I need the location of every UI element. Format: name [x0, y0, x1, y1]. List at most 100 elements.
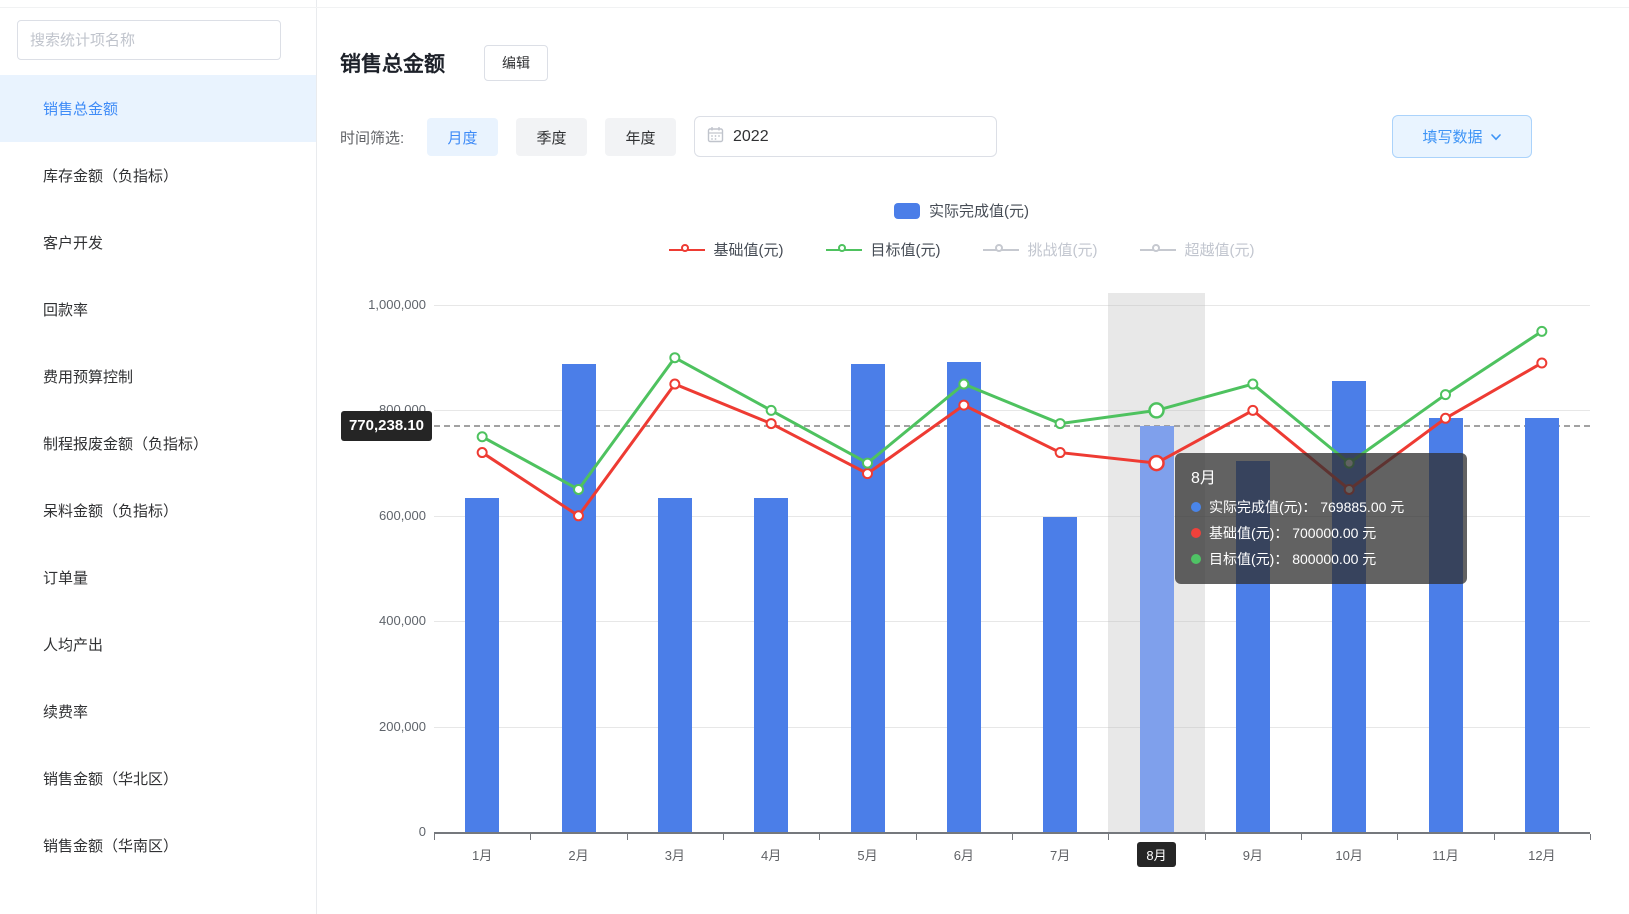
average-value-badge: 770,238.10 — [341, 411, 432, 441]
base-point-1月[interactable] — [478, 448, 487, 457]
sidebar-item-7[interactable]: 呆料金额（负指标） — [0, 477, 316, 544]
base-point-2月[interactable] — [574, 511, 583, 520]
sidebar-item-12[interactable]: 销售金额（华南区） — [0, 812, 316, 879]
fill-data-label: 填写数据 — [1422, 126, 1482, 147]
legend-label-target: 目标值(元) — [871, 239, 941, 260]
target-point-2月[interactable] — [574, 485, 583, 494]
x-axis-label-text: 10月 — [1326, 842, 1371, 867]
legend-item-base[interactable]: 基础值(元) — [669, 239, 784, 260]
sidebar-item-2[interactable]: 库存金额（负指标） — [0, 142, 316, 209]
year-picker[interactable]: 2022 — [694, 116, 997, 157]
base-point-5月[interactable] — [863, 469, 872, 478]
y-axis-tick-200,000: 200,000 — [340, 719, 426, 734]
sidebar-item-6[interactable]: 制程报废金额（负指标） — [0, 410, 316, 477]
y-axis-tick-1,000,000: 1,000,000 — [340, 297, 426, 312]
x-axis-label-3月: 3月 — [627, 842, 723, 867]
legend-item-challenge[interactable]: 挑战值(元) — [983, 239, 1098, 260]
target-point-12月[interactable] — [1537, 327, 1546, 336]
legend-symbol-target — [826, 244, 862, 256]
x-axis-label-2月: 2月 — [531, 842, 627, 867]
target-point-6月[interactable] — [959, 380, 968, 389]
x-axis-tick — [1012, 834, 1013, 840]
sidebar-menu: 销售总金额库存金额（负指标）客户开发回款率费用预算控制制程报废金额（负指标）呆料… — [0, 75, 316, 879]
y-axis-tick-400,000: 400,000 — [340, 613, 426, 628]
legend-symbol-base — [669, 244, 705, 256]
sidebar-item-4[interactable]: 回款率 — [0, 276, 316, 343]
x-axis-tick — [819, 834, 820, 840]
x-axis-label-6月: 6月 — [916, 842, 1012, 867]
fill-data-button[interactable]: 填写数据 — [1392, 115, 1532, 158]
target-point-1月[interactable] — [478, 432, 487, 441]
x-axis-label-8月: 8月 — [1109, 842, 1205, 867]
sidebar-item-1[interactable]: 销售总金额 — [0, 75, 316, 142]
x-axis-label-text: 8月 — [1137, 842, 1175, 867]
chart: 1,000,000800,000600,000400,000200,0000 7… — [340, 270, 1629, 890]
sidebar-item-3[interactable]: 客户开发 — [0, 209, 316, 276]
base-point-12月[interactable] — [1537, 358, 1546, 367]
legend-row-bar: 实际完成值(元) — [317, 200, 1606, 221]
legend-symbol-exceed — [1140, 244, 1176, 256]
x-axis-label-text: 6月 — [945, 842, 983, 867]
target-point-3月[interactable] — [670, 353, 679, 362]
chevron-down-icon — [1490, 132, 1502, 142]
y-axis-tick-0: 0 — [340, 824, 426, 839]
time-filter-option-1[interactable]: 月度 — [427, 118, 498, 156]
x-axis-tick — [1301, 834, 1302, 840]
target-point-7月[interactable] — [1056, 419, 1065, 428]
base-point-3月[interactable] — [670, 380, 679, 389]
legend-label-challenge: 挑战值(元) — [1028, 239, 1098, 260]
x-axis-tick — [627, 834, 628, 840]
plot-area: 770,238.101月2月3月4月5月6月7月8月9月10月11月12月8月实… — [434, 305, 1590, 832]
legend-row-lines: 基础值(元) 目标值(元) 挑战值(元) 超越值(元) — [317, 239, 1606, 260]
target-point-4月[interactable] — [767, 406, 776, 415]
tooltip-text-actual: 实际完成值(元)： 769885.00 元 — [1209, 494, 1404, 520]
target-point-5月[interactable] — [863, 459, 872, 468]
base-point-8月[interactable] — [1150, 456, 1164, 470]
legend-item-target[interactable]: 目标值(元) — [826, 239, 941, 260]
time-filter-option-3[interactable]: 年度 — [605, 118, 676, 156]
base-point-4月[interactable] — [767, 419, 776, 428]
main-panel: 销售总金额 编辑 时间筛选: 月度季度年度 2022 填写数据 — [317, 0, 1629, 914]
sidebar-item-5[interactable]: 费用预算控制 — [0, 343, 316, 410]
sidebar-item-9[interactable]: 人均产出 — [0, 611, 316, 678]
tooltip-dot-base — [1191, 528, 1201, 538]
x-axis-label-10月: 10月 — [1301, 842, 1397, 867]
y-axis-tick-600,000: 600,000 — [340, 508, 426, 523]
base-point-11月[interactable] — [1441, 414, 1450, 423]
sidebar-item-11[interactable]: 销售金额（华北区） — [0, 745, 316, 812]
base-point-6月[interactable] — [959, 401, 968, 410]
x-axis-label-9月: 9月 — [1205, 842, 1301, 867]
calendar-icon — [707, 126, 724, 148]
tooltip-dot-actual — [1191, 502, 1201, 512]
x-axis-label-12月: 12月 — [1494, 842, 1590, 867]
target-point-11月[interactable] — [1441, 390, 1450, 399]
sidebar-item-10[interactable]: 续费率 — [0, 678, 316, 745]
page-title: 销售总金额 — [340, 48, 445, 78]
x-axis-label-text: 12月 — [1519, 842, 1564, 867]
tooltip-dot-target — [1191, 554, 1201, 564]
time-filter-option-2[interactable]: 季度 — [516, 118, 587, 156]
x-axis-tick — [1108, 834, 1109, 840]
legend-symbol-challenge — [983, 244, 1019, 256]
legend-label-base: 基础值(元) — [714, 239, 784, 260]
x-axis-label-5月: 5月 — [820, 842, 916, 867]
x-axis-tick — [1590, 834, 1591, 840]
x-axis-label-1月: 1月 — [434, 842, 530, 867]
x-axis-label-text: 2月 — [559, 842, 597, 867]
tooltip-row-target: 目标值(元)： 800000.00 元 — [1191, 546, 1451, 572]
target-point-8月[interactable] — [1150, 403, 1164, 417]
x-axis-label-text: 9月 — [1234, 842, 1272, 867]
x-axis-tick — [1397, 834, 1398, 840]
edit-button[interactable]: 编辑 — [484, 45, 548, 81]
tooltip-row-base: 基础值(元)： 700000.00 元 — [1191, 520, 1451, 546]
x-axis-label-text: 5月 — [848, 842, 886, 867]
x-axis-tick — [434, 834, 435, 840]
app-root: 销售总金额库存金额（负指标）客户开发回款率费用预算控制制程报废金额（负指标）呆料… — [0, 0, 1629, 914]
search-input[interactable] — [17, 20, 281, 60]
legend-item-actual[interactable]: 实际完成值(元) — [894, 200, 1029, 221]
sidebar-item-8[interactable]: 订单量 — [0, 544, 316, 611]
base-point-7月[interactable] — [1056, 448, 1065, 457]
legend-item-exceed[interactable]: 超越值(元) — [1140, 239, 1255, 260]
target-point-9月[interactable] — [1248, 380, 1257, 389]
base-point-9月[interactable] — [1248, 406, 1257, 415]
